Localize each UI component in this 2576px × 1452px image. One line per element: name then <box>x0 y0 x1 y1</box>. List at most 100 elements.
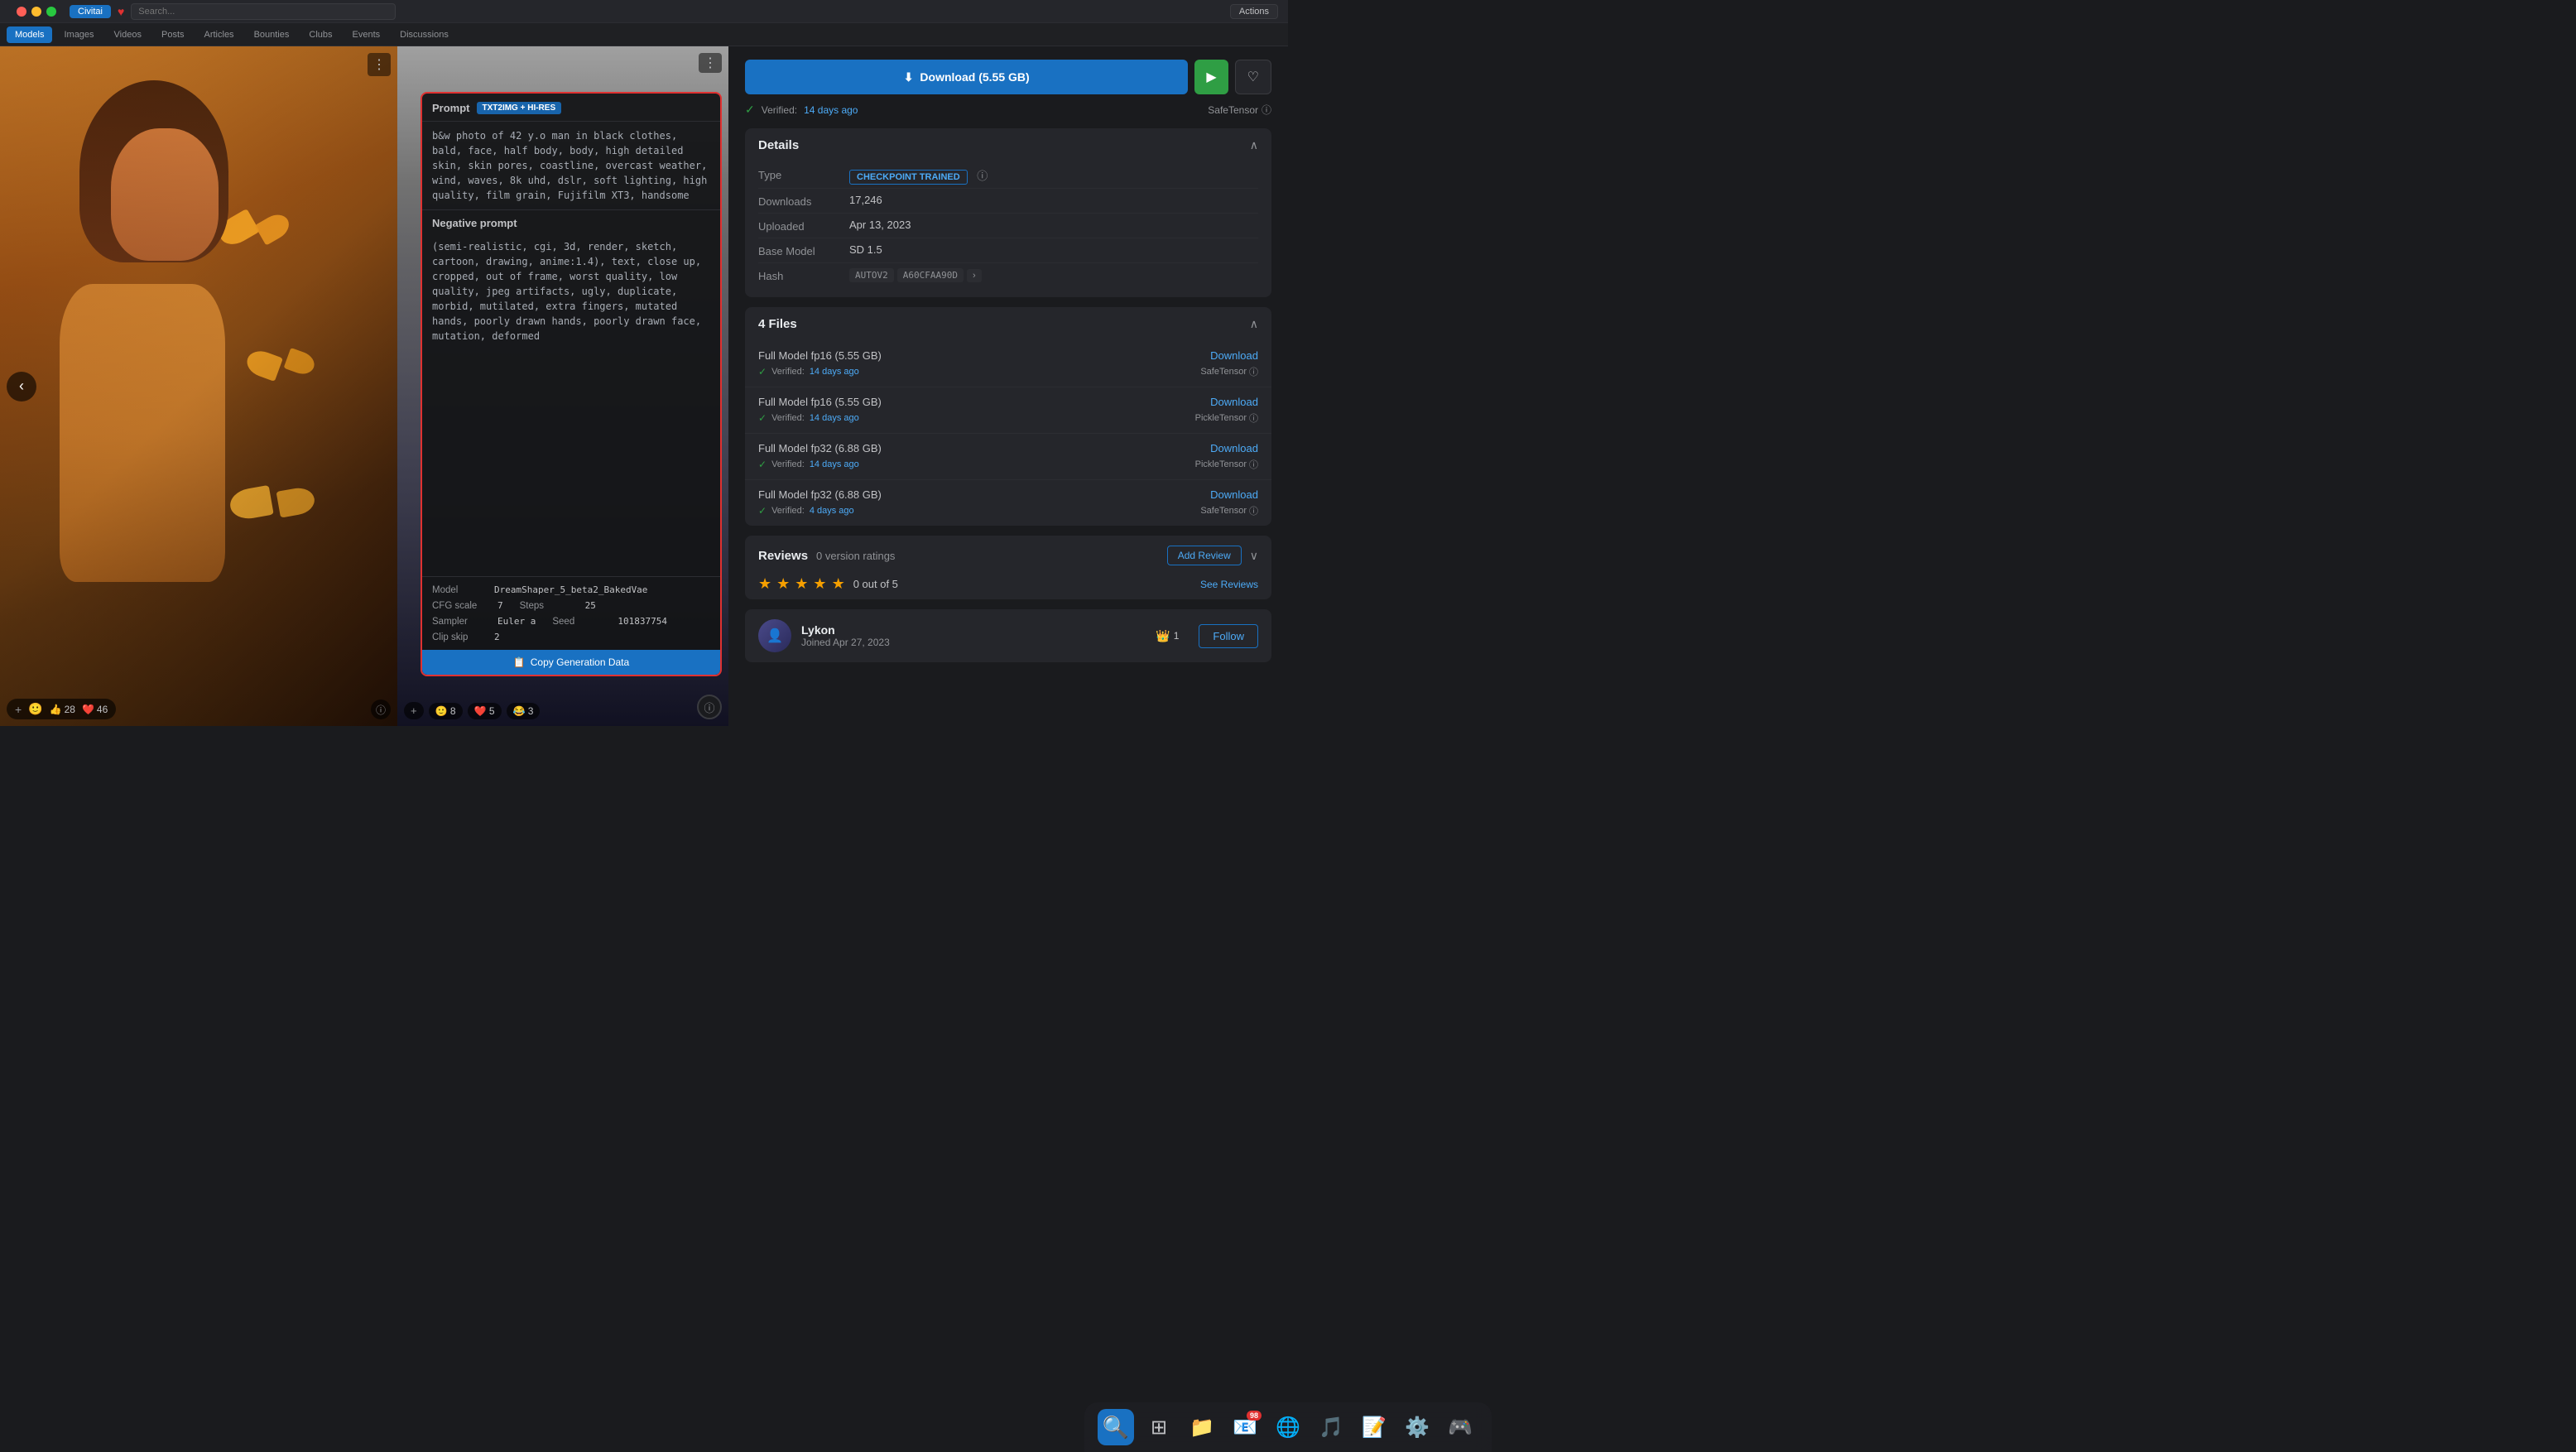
dock-mail[interactable]: 📧 98 <box>1227 1409 1263 1445</box>
file-tensor-3: SafeTensor ⓘ <box>1200 504 1258 517</box>
add-review-button[interactable]: Add Review <box>1167 546 1242 565</box>
minimize-dot[interactable] <box>31 7 41 17</box>
safe-tensor-info-icon[interactable]: ⓘ <box>1262 103 1271 117</box>
laugh-reaction-button[interactable]: 😂 3 <box>507 703 541 719</box>
image-more-button[interactable]: ⋮ <box>368 53 391 76</box>
dock-launchpad[interactable]: ⊞ <box>1141 1409 1177 1445</box>
smiley-reaction-icon: 🙂 <box>28 702 42 716</box>
dock-finder[interactable]: 🔍 <box>1098 1409 1134 1445</box>
file-tensor-info-icon-3[interactable]: ⓘ <box>1249 504 1258 517</box>
positive-prompt-section: b&w photo of 42 y.o man in black clothes… <box>422 122 720 209</box>
hash-more-button[interactable]: › <box>967 269 982 282</box>
details-title: Details <box>758 138 799 152</box>
type-info-icon[interactable]: ⓘ <box>977 170 988 182</box>
tab-discussions[interactable]: Discussions <box>392 26 457 43</box>
files-icon: 📁 <box>1189 1416 1214 1440</box>
hash-detail-row: Hash AUTOV2 A60CFAA90D › <box>758 263 1258 287</box>
tab-models[interactable]: Models <box>7 26 52 43</box>
files-title: 4 Files <box>758 317 797 331</box>
see-reviews-link[interactable]: See Reviews <box>1200 579 1258 590</box>
file-item-3: Full Model fp32 (6.88 GB) Download ✓ Ver… <box>745 480 1271 526</box>
heart-icon: ❤️ <box>82 704 94 715</box>
like-reaction[interactable]: 👍 28 <box>50 704 75 715</box>
favorite-button[interactable]: ♡ <box>1235 60 1271 94</box>
clip-value: 2 <box>494 632 500 642</box>
download-label: Download (5.55 GB) <box>920 70 1029 84</box>
details-header[interactable]: Details ∧ <box>745 128 1271 162</box>
image-info-button[interactable]: ⓘ <box>371 700 391 719</box>
file-download-2[interactable]: Download <box>1210 442 1258 454</box>
play-button[interactable]: ▶ <box>1194 60 1228 94</box>
downloads-detail-row: Downloads 17,246 <box>758 189 1258 214</box>
search-input[interactable] <box>131 3 396 20</box>
dock-files[interactable]: 📁 <box>1184 1409 1220 1445</box>
copy-generation-data-button[interactable]: 📋 Copy Generation Data <box>422 650 720 675</box>
tab-posts[interactable]: Posts <box>153 26 193 43</box>
file-tensor-info-icon-0[interactable]: ⓘ <box>1249 365 1258 378</box>
file-verified-date-1[interactable]: 14 days ago <box>810 413 859 423</box>
maximize-dot[interactable] <box>46 7 56 17</box>
file-download-1[interactable]: Download <box>1210 396 1258 408</box>
reviews-expand-icon[interactable]: ∨ <box>1250 549 1258 563</box>
sampler-pair: Sampler Euler a <box>432 616 536 627</box>
downloads-label: Downloads <box>758 194 849 208</box>
dock-music[interactable]: 🎵 <box>1313 1409 1349 1445</box>
heart-reaction-button[interactable]: ❤️ 5 <box>468 703 502 719</box>
file-tensor-info-icon-1[interactable]: ⓘ <box>1249 411 1258 425</box>
second-image-more-button[interactable]: ⋮ <box>699 53 722 73</box>
hash-label: Hash <box>758 268 849 282</box>
file-verified-date-2[interactable]: 14 days ago <box>810 459 859 469</box>
nav-actions[interactable]: Actions <box>1230 4 1278 19</box>
file-verified-icon-0: ✓ <box>758 366 767 377</box>
tab-images[interactable]: Images <box>55 26 102 43</box>
dock-safari[interactable]: 🌐 <box>1270 1409 1306 1445</box>
window-controls <box>10 7 63 17</box>
tab-videos[interactable]: Videos <box>106 26 150 43</box>
tab-bounties[interactable]: Bounties <box>246 26 298 43</box>
file-tensor-info-icon-2[interactable]: ⓘ <box>1249 458 1258 471</box>
smiley-reaction-button[interactable]: 🙂 8 <box>429 703 463 719</box>
crown-icon: 👑 <box>1156 629 1170 643</box>
dock-notes[interactable]: 📝 <box>1356 1409 1392 1445</box>
dock-settings[interactable]: ⚙️ <box>1399 1409 1435 1445</box>
files-header[interactable]: 4 Files ∧ <box>745 307 1271 341</box>
file-row-0: Full Model fp16 (5.55 GB) Download <box>758 349 1258 362</box>
main-image <box>0 46 397 726</box>
file-verified-date-3[interactable]: 4 days ago <box>810 506 854 516</box>
tab-clubs[interactable]: Clubs <box>300 26 340 43</box>
like-count: 28 <box>65 704 75 715</box>
copy-icon: 📋 <box>513 656 526 668</box>
file-tensor-0: SafeTensor ⓘ <box>1200 365 1258 378</box>
second-add-reaction-button[interactable]: + <box>404 702 424 719</box>
file-row-1: Full Model fp16 (5.55 GB) Download <box>758 396 1258 408</box>
second-image-info-button[interactable]: ⓘ <box>697 695 722 719</box>
prompt-body[interactable]: b&w photo of 42 y.o man in black clothes… <box>422 122 720 576</box>
file-verified-text-2: Verified: <box>771 459 805 469</box>
brand-button[interactable]: Civitai <box>70 5 111 18</box>
file-verified-text-1: Verified: <box>771 413 805 423</box>
follow-button[interactable]: Follow <box>1199 624 1258 648</box>
tab-articles[interactable]: Articles <box>196 26 243 43</box>
heart-outline-icon: ♡ <box>1247 69 1259 85</box>
file-row-2: Full Model fp32 (6.88 GB) Download <box>758 442 1258 454</box>
sampler-seed-row: Sampler Euler a Seed 101837754 <box>432 613 710 629</box>
add-reaction-button[interactable]: + <box>15 703 22 716</box>
heart-reaction[interactable]: ❤️ 46 <box>82 704 108 715</box>
verified-date-link[interactable]: 14 days ago <box>804 104 858 116</box>
file-download-3[interactable]: Download <box>1210 488 1258 501</box>
main-image-container: ‹ ⋮ + 🙂 👍 28 ❤️ 46 ⓘ <box>0 46 397 726</box>
close-dot[interactable] <box>17 7 26 17</box>
creator-badge: 👑 1 <box>1156 629 1179 643</box>
cfg-label: CFG scale <box>432 601 494 611</box>
prev-image-button[interactable]: ‹ <box>7 372 36 401</box>
download-section: ⬇ Download (5.55 GB) ▶ ♡ <box>745 60 1271 94</box>
tab-events[interactable]: Events <box>344 26 389 43</box>
model-value: DreamShaper_5_beta2_BakedVae <box>494 584 647 595</box>
dock-game[interactable]: 🎮 <box>1442 1409 1478 1445</box>
file-verified-date-0[interactable]: 14 days ago <box>810 367 859 377</box>
thumbs-up-icon: 👍 <box>50 704 62 715</box>
download-button[interactable]: ⬇ Download (5.55 GB) <box>745 60 1188 94</box>
safe-tensor-label: SafeTensor <box>1208 104 1258 116</box>
heart-count: 46 <box>97 704 108 715</box>
file-download-0[interactable]: Download <box>1210 349 1258 362</box>
